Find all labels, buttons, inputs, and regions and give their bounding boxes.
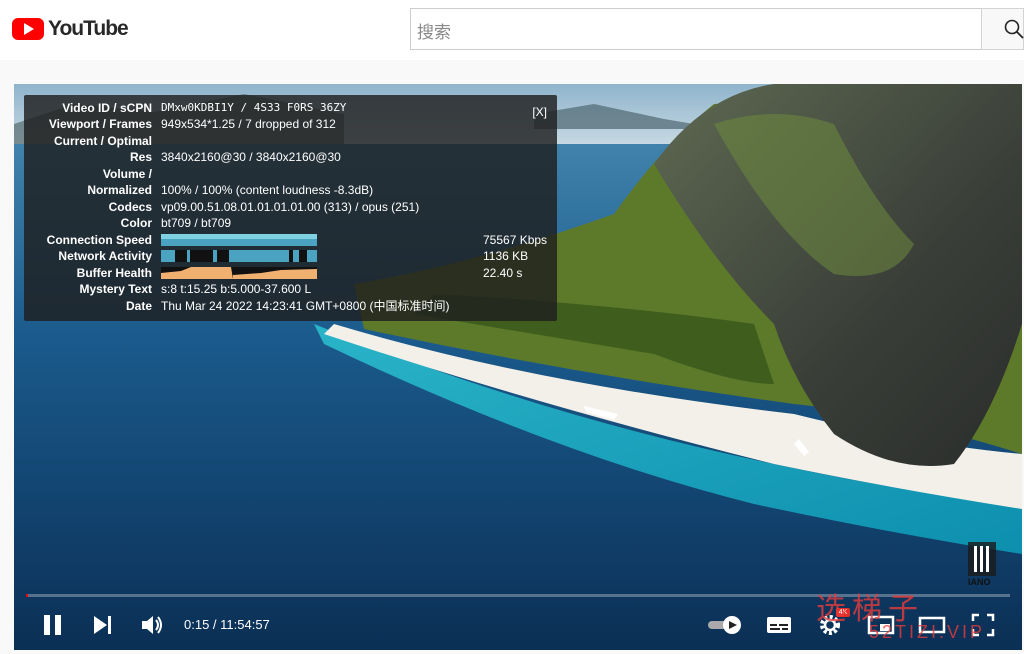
stat-row-connection-speed: Connection Speed 75567 Kbps xyxy=(24,232,557,248)
stat-label: Res xyxy=(129,150,152,164)
search-button[interactable] xyxy=(981,8,1024,50)
youtube-logo[interactable]: YouTube xyxy=(12,16,129,42)
stats-for-nerds-panel: [X] Video ID / sCPN DMxw0KDBI1Y / 4S33 F… xyxy=(24,95,557,321)
stat-label: Codecs xyxy=(108,200,152,214)
pause-icon[interactable] xyxy=(42,612,64,638)
search-input[interactable]: 搜索 xyxy=(410,8,982,50)
stat-row-date: Date Thu Mar 24 2022 14:23:41 GMT+0800 (… xyxy=(24,298,557,314)
stat-label: Connection Speed xyxy=(46,233,152,247)
stat-row-res: Res 3840x2160@30 / 3840x2160@30 xyxy=(24,149,557,165)
stat-label: Viewport / Frames xyxy=(48,117,152,131)
stat-row-mystery-text: Mystery Text s:8 t:15.25 b:5.000-37.600 … xyxy=(24,281,557,297)
autoplay-toggle-icon[interactable] xyxy=(706,612,744,638)
stat-value: 1136 KB xyxy=(483,249,529,263)
stat-row-buffer-health: Buffer Health 22.40 s xyxy=(24,265,557,281)
stat-value: 949x534*1.25 / 7 dropped of 312 xyxy=(161,117,336,131)
stat-label: Current / Optimal xyxy=(53,134,152,148)
stat-label: Date xyxy=(125,299,152,313)
volume-icon[interactable] xyxy=(140,612,166,638)
stat-value: vp09.00.51.08.01.01.01.01.00 (313) / opu… xyxy=(161,200,420,214)
next-video-icon[interactable] xyxy=(92,612,114,638)
stat-value: 22.40 s xyxy=(483,266,523,280)
stat-row-network-activity: Network Activity 1136 KB xyxy=(24,248,557,264)
stat-label: Video ID / sCPN xyxy=(62,101,152,115)
stat-row-video-id: Video ID / sCPN DMxw0KDBI1Y / 4S33 F0RS … xyxy=(24,100,557,116)
time-display: 0:15 / 11:54:57 xyxy=(184,617,270,632)
play-logo-icon xyxy=(12,18,44,40)
search-icon xyxy=(1004,19,1024,39)
stat-label: Normalized xyxy=(87,183,152,197)
progress-played xyxy=(26,594,28,597)
stat-value: s:8 t:15.25 b:5.000-37.600 L xyxy=(161,282,312,296)
stat-label: Network Activity xyxy=(58,249,152,263)
site-watermark-url: 52TIZI.VIP xyxy=(869,622,986,642)
buffer-health-graph xyxy=(161,267,317,279)
stat-row-current-optimal: Current / Optimal xyxy=(24,133,557,149)
stat-row-codecs: Codecs vp09.00.51.08.01.01.01.01.00 (313… xyxy=(24,199,557,215)
stat-label: Buffer Health xyxy=(76,266,152,280)
search-placeholder: 搜索 xyxy=(417,23,451,42)
stat-row-volume: Volume / xyxy=(24,166,557,182)
stat-row-viewport: Viewport / Frames 949x534*1.25 / 7 dropp… xyxy=(24,116,557,132)
channel-logo-text: IANO xyxy=(968,577,991,586)
logo-text: YouTube xyxy=(48,17,129,40)
network-activity-graph xyxy=(161,250,317,262)
stat-value: Thu Mar 24 2022 14:23:41 GMT+0800 (中国标准时… xyxy=(161,299,450,313)
stat-label: Volume / xyxy=(102,167,152,181)
stat-row-normalized: Normalized 100% / 100% (content loudness… xyxy=(24,182,557,198)
stat-value: 3840x2160@30 / 3840x2160@30 xyxy=(161,150,341,164)
masthead: YouTube 搜索 xyxy=(0,0,1024,60)
stat-value: 100% / 100% (content loudness -8.3dB) xyxy=(161,183,374,197)
stat-label: Color xyxy=(120,216,152,230)
subtitles-icon[interactable] xyxy=(765,612,793,638)
stat-row-color: Color bt709 / bt709 xyxy=(24,215,557,231)
video-player[interactable]: [X] Video ID / sCPN DMxw0KDBI1Y / 4S33 F… xyxy=(14,84,1022,650)
stat-value: DMxw0KDBI1Y / 4S33 F0RS 36ZY xyxy=(161,101,347,114)
stat-value: 75567 Kbps xyxy=(483,233,548,247)
stat-value: bt709 / bt709 xyxy=(161,216,232,230)
channel-branding-logo[interactable]: IANO xyxy=(966,542,1000,586)
connection-speed-graph xyxy=(161,234,317,246)
stat-label: Mystery Text xyxy=(79,282,152,296)
